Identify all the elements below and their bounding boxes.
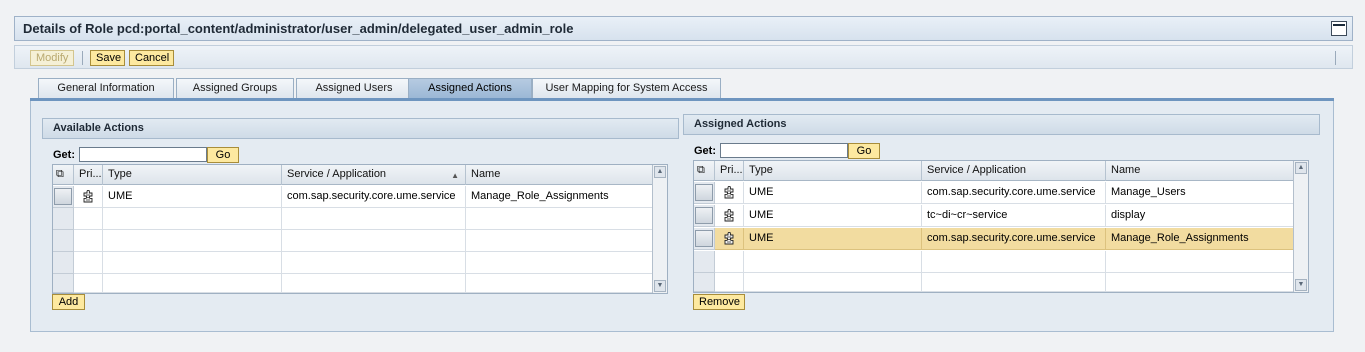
toolbar: Modify Save Cancel	[14, 45, 1353, 69]
table-row-empty	[53, 274, 653, 293]
scroll-up-icon[interactable]: ▲	[654, 166, 666, 178]
action-puzzle-icon	[724, 209, 734, 222]
available-actions-table: ⧉ Pri... Type Service / Application ▲ Na…	[52, 164, 668, 294]
service-cell: tc~di~cr~service	[922, 205, 1106, 227]
type-cell: UME	[744, 228, 922, 250]
row-selector[interactable]	[694, 182, 715, 204]
col-priority[interactable]: Pri...	[715, 161, 744, 181]
action-puzzle-icon	[724, 232, 734, 245]
table-row[interactable]: UME com.sap.security.core.ume.service Ma…	[53, 186, 653, 208]
save-button[interactable]: Save	[90, 50, 125, 66]
row-selector[interactable]	[694, 228, 715, 250]
row-selector[interactable]	[53, 186, 74, 208]
available-search-input[interactable]	[79, 147, 207, 162]
tab-general-information[interactable]: General Information	[38, 78, 174, 99]
available-table-header: ⧉ Pri... Type Service / Application ▲ Na…	[53, 165, 652, 185]
action-puzzle-icon	[83, 190, 93, 203]
cancel-button[interactable]: Cancel	[129, 50, 174, 66]
table-row[interactable]: UME tc~di~cr~service display	[694, 205, 1294, 227]
sort-ascending-icon[interactable]: ▲	[451, 166, 459, 185]
assigned-vertical-scrollbar[interactable]: ▲ ▼	[1293, 161, 1308, 292]
table-row-empty	[53, 208, 653, 230]
tab-assigned-users[interactable]: Assigned Users	[296, 78, 412, 99]
table-row-selected[interactable]: UME com.sap.security.core.ume.service Ma…	[694, 228, 1294, 250]
priority-cell	[74, 186, 103, 208]
priority-cell	[715, 228, 744, 250]
toolbar-separator	[82, 51, 83, 65]
select-all-icon[interactable]: ⧉	[694, 161, 715, 181]
col-priority[interactable]: Pri...	[74, 165, 103, 185]
tab-assigned-groups[interactable]: Assigned Groups	[176, 78, 294, 99]
name-cell: Manage_Role_Assignments	[466, 186, 653, 208]
row-selector[interactable]	[694, 205, 715, 227]
table-row-empty	[694, 273, 1294, 292]
remove-button[interactable]: Remove	[693, 294, 745, 310]
service-cell: com.sap.security.core.ume.service	[922, 228, 1106, 250]
service-cell: com.sap.security.core.ume.service	[282, 186, 466, 208]
page-title: Details of Role pcd:portal_content/admin…	[23, 21, 574, 36]
select-all-icon[interactable]: ⧉	[53, 165, 74, 185]
scroll-down-icon[interactable]: ▼	[1295, 279, 1307, 291]
available-actions-header: Available Actions	[42, 118, 679, 139]
service-cell: com.sap.security.core.ume.service	[922, 182, 1106, 204]
table-row-empty	[53, 252, 653, 274]
col-service[interactable]: Service / Application	[922, 161, 1106, 181]
col-service[interactable]: Service / Application ▲	[282, 165, 466, 185]
tab-content-panel: Available Actions Get: Go ⧉ Pri... Type …	[30, 101, 1334, 332]
assigned-search-input[interactable]	[720, 143, 848, 158]
tab-user-mapping[interactable]: User Mapping for System Access	[532, 78, 721, 99]
scroll-up-icon[interactable]: ▲	[1295, 162, 1307, 174]
assigned-table-header: ⧉ Pri... Type Service / Application Name	[694, 161, 1293, 181]
add-button[interactable]: Add	[52, 294, 85, 310]
action-puzzle-icon	[724, 186, 734, 199]
name-cell: display	[1106, 205, 1294, 227]
type-cell: UME	[744, 182, 922, 204]
tab-assigned-actions[interactable]: Assigned Actions	[408, 78, 532, 99]
col-name[interactable]: Name	[1106, 161, 1294, 181]
collapse-icon[interactable]	[1331, 21, 1347, 36]
table-row-empty	[694, 251, 1294, 273]
type-cell: UME	[103, 186, 282, 208]
modify-button[interactable]: Modify	[30, 50, 74, 66]
window-title-bar: Details of Role pcd:portal_content/admin…	[14, 16, 1353, 41]
toolbar-end-separator	[1335, 51, 1336, 65]
priority-cell	[715, 205, 744, 227]
col-type[interactable]: Type	[744, 161, 922, 181]
table-row-empty	[53, 230, 653, 252]
name-cell: Manage_Role_Assignments	[1106, 228, 1294, 250]
assigned-go-button[interactable]: Go	[848, 143, 880, 159]
available-vertical-scrollbar[interactable]: ▲ ▼	[652, 165, 667, 293]
assigned-get-label: Get:	[694, 145, 716, 157]
scroll-down-icon[interactable]: ▼	[654, 280, 666, 292]
assigned-actions-table: ⧉ Pri... Type Service / Application Name…	[693, 160, 1309, 293]
available-go-button[interactable]: Go	[207, 147, 239, 163]
assigned-actions-header: Assigned Actions	[683, 114, 1320, 135]
available-get-label: Get:	[53, 149, 75, 161]
name-cell: Manage_Users	[1106, 182, 1294, 204]
type-cell: UME	[744, 205, 922, 227]
table-row[interactable]: UME com.sap.security.core.ume.service Ma…	[694, 182, 1294, 204]
col-service-label: Service / Application	[287, 168, 387, 180]
col-name[interactable]: Name	[466, 165, 653, 185]
priority-cell	[715, 182, 744, 204]
col-type[interactable]: Type	[103, 165, 282, 185]
